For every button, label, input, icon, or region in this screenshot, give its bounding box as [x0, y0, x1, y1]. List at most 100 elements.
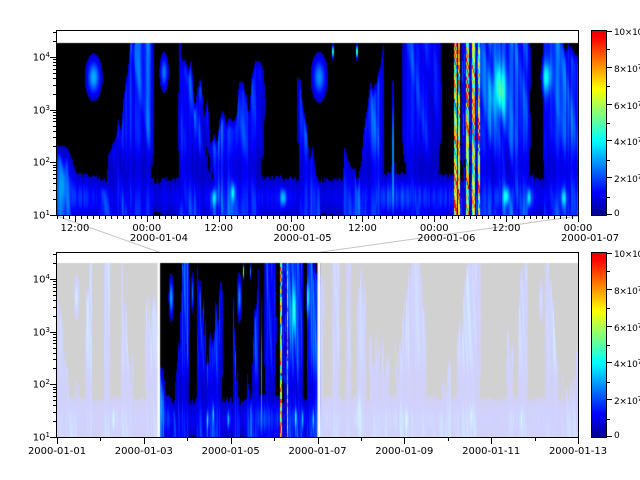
y-minor-tick	[53, 421, 57, 422]
colorbar-tick-label: 10×107	[614, 247, 640, 260]
y-major-tick	[50, 332, 57, 333]
y-major-tick	[50, 110, 57, 111]
top-spectrogram-canvas[interactable]	[57, 31, 578, 215]
x-major-tick	[57, 438, 58, 444]
colorbar-minor-tick	[607, 419, 610, 420]
bottom-spectrogram-canvas[interactable]	[57, 253, 578, 437]
y-tick-label: 104	[16, 50, 50, 63]
x-time-label: 12:00	[204, 223, 233, 234]
y-minor-tick	[53, 65, 57, 66]
top-spectrogram-panel	[56, 30, 579, 216]
colorbar-major-tick	[607, 104, 612, 105]
y-minor-tick	[53, 178, 57, 179]
x-minor-tick	[326, 216, 327, 219]
x-minor-tick	[448, 438, 449, 441]
y-minor-tick	[53, 368, 57, 369]
x-date-label: 2000-01-09	[375, 446, 433, 457]
y-minor-tick	[53, 287, 57, 288]
y-minor-tick	[53, 359, 57, 360]
x-minor-tick	[356, 216, 357, 219]
x-major-tick	[434, 216, 435, 222]
x-minor-tick	[404, 216, 405, 219]
x-minor-tick	[177, 216, 178, 219]
x-date-label: 2000-01-07	[288, 446, 346, 457]
top-colorbar-canvas	[592, 31, 606, 215]
bottom-spectrogram-panel	[56, 252, 579, 438]
x-minor-tick	[81, 216, 82, 219]
x-minor-tick	[368, 216, 369, 219]
colorbar-major-tick	[607, 253, 612, 254]
colorbar-tick-label: 6×107	[614, 321, 640, 334]
colorbar-tick-label: 8×107	[614, 284, 640, 297]
y-minor-tick	[53, 85, 57, 86]
x-minor-tick	[494, 216, 495, 219]
y-minor-tick	[53, 32, 57, 33]
colorbar-tick-label: 2×107	[614, 172, 640, 185]
x-minor-tick	[261, 216, 262, 219]
x-minor-tick	[332, 216, 333, 219]
colorbar-tick-label: 10×107	[614, 25, 640, 38]
colorbar-major-tick	[607, 31, 612, 32]
x-minor-tick	[482, 216, 483, 219]
y-minor-tick	[53, 41, 57, 42]
y-minor-tick	[53, 412, 57, 413]
x-minor-tick	[141, 216, 142, 219]
x-time-label: 12:00	[348, 223, 377, 234]
y-major-tick	[50, 162, 57, 163]
y-minor-tick	[53, 340, 57, 341]
y-minor-tick	[53, 400, 57, 401]
y-minor-tick	[53, 174, 57, 175]
colorbar-minor-tick	[607, 160, 610, 161]
y-minor-tick	[53, 199, 57, 200]
x-date-label: 2000-01-04	[130, 233, 188, 244]
y-minor-tick	[53, 183, 57, 184]
x-minor-tick	[536, 216, 537, 219]
x-minor-tick	[255, 216, 256, 219]
x-minor-tick	[123, 216, 124, 219]
x-minor-tick	[159, 216, 160, 219]
x-minor-tick	[512, 216, 513, 219]
y-minor-tick	[53, 291, 57, 292]
x-minor-tick	[476, 216, 477, 219]
y-minor-tick	[53, 126, 57, 127]
x-major-tick	[362, 216, 363, 222]
x-date-label: 2000-01-03	[115, 446, 173, 457]
colorbar-minor-tick	[607, 345, 610, 346]
x-minor-tick	[279, 216, 280, 219]
colorbar-tick-label: 8×107	[614, 62, 640, 75]
x-minor-tick	[554, 216, 555, 219]
x-minor-tick	[207, 216, 208, 219]
x-minor-tick	[183, 216, 184, 219]
x-minor-tick	[446, 216, 447, 219]
y-minor-tick	[53, 146, 57, 147]
x-date-label: 2000-01-13	[549, 446, 607, 457]
x-minor-tick	[422, 216, 423, 219]
y-minor-tick	[53, 167, 57, 168]
x-date-label: 2000-01-05	[274, 233, 332, 244]
y-minor-tick	[53, 295, 57, 296]
x-minor-tick	[213, 216, 214, 219]
y-minor-tick	[53, 62, 57, 63]
x-time-label: 12:00	[492, 223, 521, 234]
x-minor-tick	[338, 216, 339, 219]
x-minor-tick	[524, 216, 525, 219]
selection-region[interactable]	[160, 253, 317, 437]
y-minor-tick	[53, 59, 57, 60]
x-major-tick	[578, 438, 579, 444]
y-minor-tick	[53, 337, 57, 338]
x-minor-tick	[380, 216, 381, 219]
x-major-tick	[147, 216, 148, 222]
x-minor-tick	[535, 438, 536, 441]
colorbar-minor-tick	[607, 308, 610, 309]
x-minor-tick	[57, 216, 58, 219]
y-minor-tick	[53, 348, 57, 349]
x-minor-tick	[440, 216, 441, 219]
x-minor-tick	[386, 216, 387, 219]
x-minor-tick	[189, 216, 190, 219]
x-minor-tick	[530, 216, 531, 219]
y-minor-tick	[53, 281, 57, 282]
y-minor-tick	[53, 405, 57, 406]
colorbar-tick-label: 4×107	[614, 135, 640, 148]
x-major-tick	[291, 216, 292, 222]
y-minor-tick	[53, 115, 57, 116]
